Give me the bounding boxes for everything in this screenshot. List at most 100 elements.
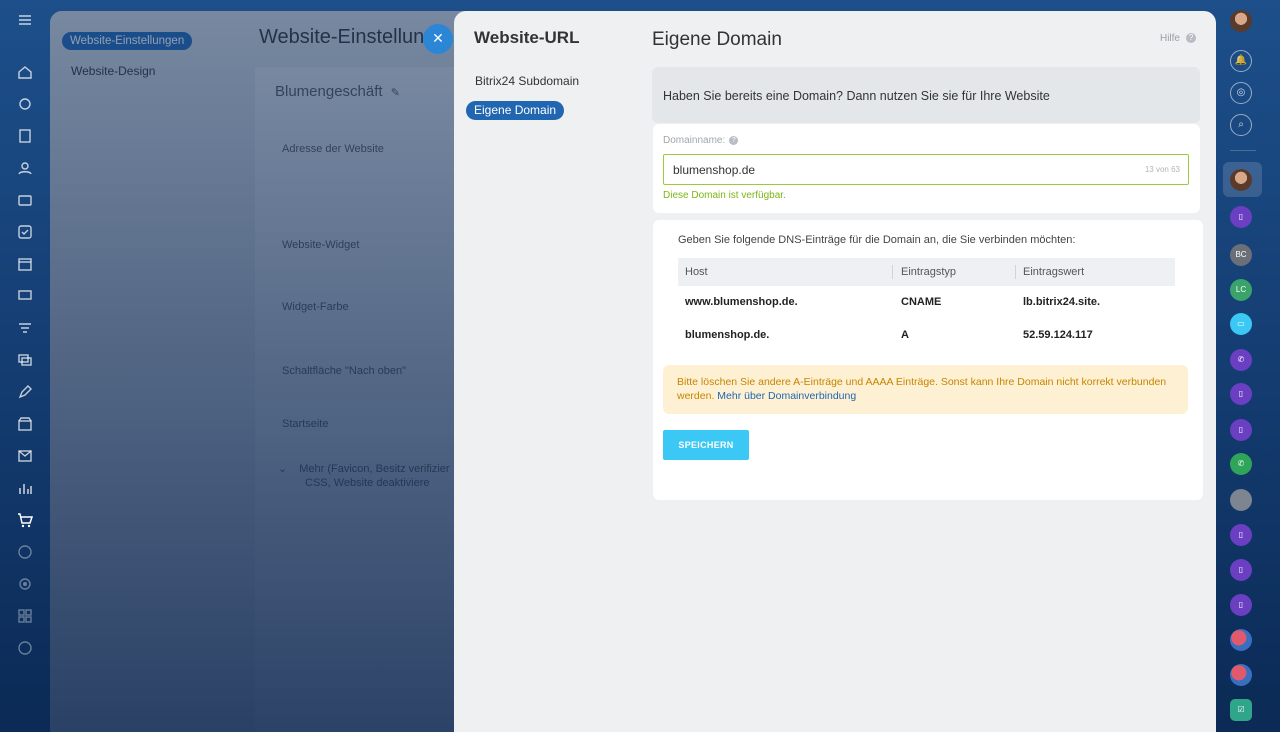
table-row: www.blumenshop.de. CNAME lb.bitrix24.sit… (678, 286, 1175, 319)
phone-icon[interactable]: ✆ (1230, 349, 1252, 371)
background-label: Website-Widget (282, 239, 360, 251)
slider-nav-title: Website-URL (474, 28, 580, 47)
task-icon[interactable]: ☑ (1230, 699, 1252, 721)
search-chat-icon[interactable]: ⌕ (1230, 114, 1252, 136)
background-label: Startseite (282, 418, 329, 430)
messages-icon[interactable] (15, 350, 35, 370)
mail-icon[interactable] (15, 446, 35, 466)
background-sidebar: Website-Einstellungen Website-Design (50, 11, 255, 732)
avatar-initials: LC (1230, 279, 1252, 301)
background-more-link[interactable]: ⌄ Mehr (Favicon, Besitz verifizier CSS, W… (278, 462, 450, 490)
calendar-icon[interactable] (15, 254, 35, 274)
dns-table: Host Eintragstyp Eintragswert www.blumen… (678, 258, 1175, 352)
page-title: Eigene Domain (652, 29, 782, 50)
dns-host: www.blumenshop.de. (685, 296, 798, 308)
slider-nav: Website-URL Bitrix24 Subdomain Eigene Do… (454, 11, 639, 732)
help-link[interactable]: Hilfe? (1160, 33, 1196, 44)
close-icon[interactable]: ✕ (423, 24, 453, 54)
home-icon[interactable] (15, 62, 35, 82)
avatar-bc[interactable]: BC (1230, 244, 1252, 266)
intro-box: Haben Sie bereits eine Domain? Dann nutz… (652, 67, 1200, 123)
bell-icon[interactable]: 🔔 (1230, 50, 1252, 72)
target-icon[interactable]: ◎ (1230, 82, 1252, 104)
avatar-initials: BC (1230, 244, 1252, 266)
chat-icon[interactable]: ▯ (1230, 419, 1252, 441)
domain-input[interactable] (663, 154, 1189, 185)
save-button[interactable]: SPEICHERN (663, 430, 749, 460)
chat-icon[interactable]: ▯ (1230, 383, 1252, 405)
question-icon[interactable]: ? (729, 135, 739, 145)
analytics-icon[interactable] (15, 478, 35, 498)
column-header-host: Host (685, 266, 708, 278)
dns-value: 52.59.124.117 (1023, 329, 1093, 341)
menu-icon[interactable] (15, 10, 35, 30)
background-more-line1: Mehr (Favicon, Besitz verifizier (299, 463, 450, 475)
chat-icon[interactable]: ▭ (1230, 313, 1252, 335)
chevron-down-icon: ⌄ (278, 463, 288, 475)
avatar[interactable] (1230, 10, 1252, 32)
rail-divider (1230, 150, 1256, 151)
nav-item-subdomain[interactable]: Bitrix24 Subdomain (475, 74, 579, 88)
avatar[interactable] (1230, 629, 1252, 651)
feed-icon[interactable] (15, 94, 35, 114)
table-row: blumenshop.de. A 52.59.124.117 (678, 319, 1175, 352)
question-icon: ? (1186, 33, 1196, 44)
column-divider (892, 265, 893, 279)
warning-box: Bitte löschen Sie andere A-Einträge und … (663, 365, 1188, 414)
website-url-slider: Website-URL Bitrix24 Subdomain Eigene Do… (454, 11, 1216, 732)
store-icon[interactable] (15, 414, 35, 434)
nav-item-custom-domain[interactable]: Eigene Domain (466, 101, 565, 120)
chat-icon[interactable]: ▯ (1230, 206, 1252, 228)
background-card-title-text: Blumengeschäft (275, 83, 383, 100)
chat-icon[interactable]: ▯ (1230, 524, 1252, 546)
domain-available-status: Diese Domain ist verfügbar. (663, 190, 786, 201)
warning-text: Bitte löschen Sie andere A-Einträge und … (677, 376, 1167, 403)
pen-icon[interactable] (15, 382, 35, 402)
crm-icon[interactable] (15, 190, 35, 210)
avatar[interactable] (1230, 664, 1252, 686)
cart-icon[interactable] (15, 510, 35, 530)
column-header-type: Eintragstyp (901, 266, 957, 278)
avatar-lc[interactable]: LC (1230, 279, 1252, 301)
filter-icon[interactable] (15, 318, 35, 338)
background-more-line2: CSS, Website deaktiviere (305, 477, 430, 489)
dns-intro: Geben Sie folgende DNS-Einträge für die … (678, 234, 1076, 246)
grid-icon[interactable] (15, 606, 35, 626)
more-icon[interactable] (15, 638, 35, 658)
chat-icon[interactable]: ▯ (1230, 594, 1252, 616)
contacts-icon[interactable] (15, 158, 35, 178)
column-header-value: Eintragswert (1023, 266, 1085, 278)
avatar[interactable] (1230, 169, 1252, 191)
checklist-icon[interactable] (15, 222, 35, 242)
background-label: Widget-Farbe (282, 301, 349, 313)
domain-card: Domainname:? 13 von 63 Diese Domain ist … (653, 124, 1200, 213)
tasks-icon[interactable] (15, 126, 35, 146)
background-card-title: Blumengeschäft ✎ (275, 83, 400, 100)
dns-type: A (901, 329, 909, 341)
pencil-icon[interactable]: ✎ (391, 87, 400, 99)
dns-host: blumenshop.de. (685, 329, 770, 341)
help-label: Hilfe (1159, 33, 1180, 44)
char-count: 13 von 63 (1144, 165, 1180, 174)
settings-icon[interactable] (15, 574, 35, 594)
background-sidebar-link[interactable]: Website-Design (71, 64, 155, 78)
domain-help-link[interactable]: Mehr über Domainverbindung (717, 390, 856, 402)
background-sidebar-active[interactable]: Website-Einstellungen (62, 32, 193, 50)
intro-text: Haben Sie bereits eine Domain? Dann nutz… (663, 89, 1050, 103)
domain-label: Domainname:? (663, 135, 739, 146)
chat-icon[interactable] (15, 286, 35, 306)
phone-icon[interactable]: ✆ (1230, 453, 1252, 475)
background-settings-card: Blumengeschäft ✎ Adresse der Website Web… (255, 67, 470, 732)
background-label: Adresse der Website (282, 143, 384, 155)
dns-table-header: Host Eintragstyp Eintragswert (678, 258, 1175, 286)
background-label: Schaltfläche "Nach oben" (282, 365, 406, 377)
dns-value: lb.bitrix24.site. (1023, 296, 1101, 308)
check-circle-icon[interactable] (15, 542, 35, 562)
chat-icon[interactable]: ▯ (1230, 559, 1252, 581)
domain-label-text: Domainname: (663, 135, 726, 146)
background-page: Website-Einstellungen Website-Design Web… (50, 11, 470, 732)
dns-type: CNAME (901, 296, 942, 308)
column-divider (1015, 265, 1016, 279)
left-icon-rail (0, 0, 50, 732)
avatar[interactable] (1230, 489, 1252, 511)
